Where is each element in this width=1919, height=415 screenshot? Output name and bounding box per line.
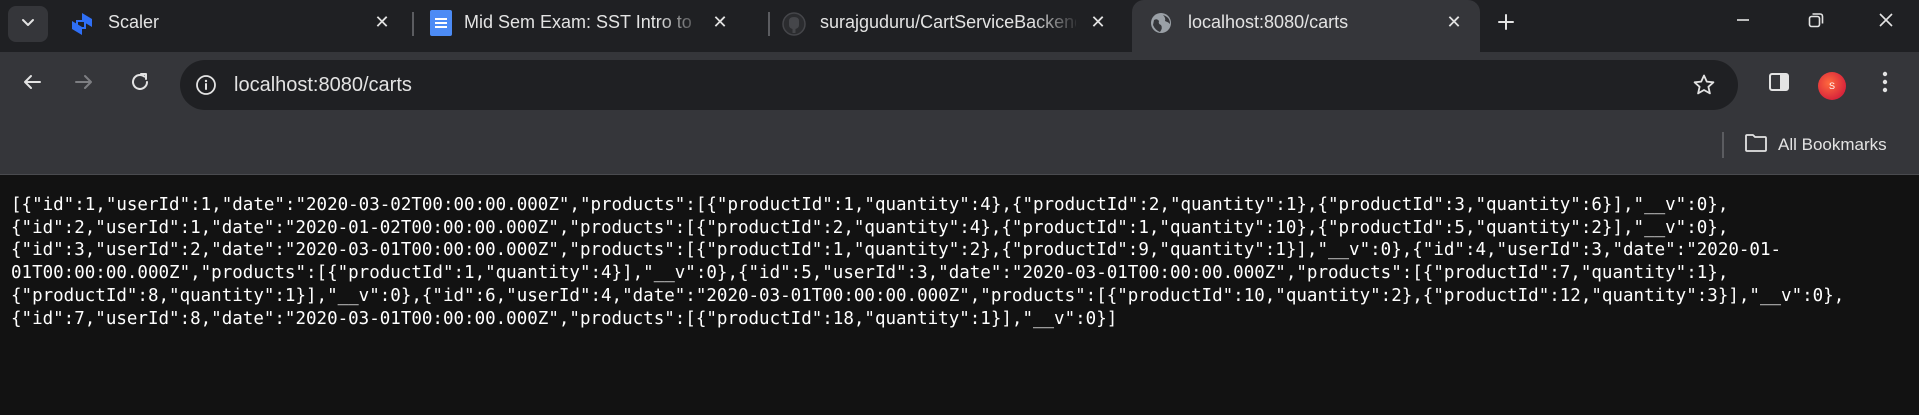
url-text: localhost:8080/carts [234, 74, 412, 96]
close-icon[interactable]: ✕ [708, 10, 732, 34]
globe-icon [1150, 12, 1174, 36]
tab-title-fade [1032, 10, 1080, 38]
tab-title-fade [658, 10, 706, 38]
close-icon[interactable]: ✕ [1086, 10, 1110, 34]
close-icon [1877, 11, 1895, 34]
site-info-icon[interactable] [194, 73, 218, 97]
toolbar: localhost:8080/carts [0, 52, 1919, 118]
bookmarks-separator [1722, 132, 1724, 158]
bookmarks-bar: All Bookmarks [0, 118, 1919, 175]
minimize-icon [1734, 11, 1752, 34]
tab-strip: Scaler ✕ Mid Sem Exam: SST Intro to Back… [0, 0, 1919, 52]
tab-mid-sem-exam[interactable]: Mid Sem Exam: SST Intro to Backend ✕ [414, 0, 768, 44]
page-content: [{"id":1,"userId":1,"date":"2020-03-02T0… [0, 175, 1919, 415]
minimize-button[interactable] [1720, 4, 1766, 40]
chrome-menu-button[interactable] [1868, 67, 1902, 101]
close-icon[interactable]: ✕ [1442, 10, 1466, 34]
back-button[interactable] [14, 66, 50, 102]
restore-button[interactable] [1793, 4, 1839, 40]
close-icon[interactable]: ✕ [370, 10, 394, 34]
chevron-down-icon [20, 14, 36, 35]
reload-icon [129, 71, 151, 98]
arrow-right-icon [73, 71, 95, 98]
tab-scaler[interactable]: Scaler ✕ [52, 0, 412, 44]
all-bookmarks-label: All Bookmarks [1778, 135, 1887, 154]
profile-avatar[interactable]: S [1818, 72, 1846, 100]
github-icon [782, 12, 806, 36]
tab-search-button[interactable] [8, 6, 48, 42]
restore-icon [1807, 11, 1825, 34]
plus-icon [1496, 12, 1516, 37]
folder-icon [1744, 133, 1768, 158]
side-panel-button[interactable] [1762, 67, 1796, 101]
forward-button[interactable] [66, 66, 102, 102]
tab-title: localhost:8080/carts [1188, 12, 1349, 32]
address-bar[interactable]: localhost:8080/carts [180, 60, 1738, 110]
json-response-text: [{"id":1,"userId":1,"date":"2020-03-02T0… [11, 195, 1845, 329]
all-bookmarks-button[interactable]: All Bookmarks [1744, 130, 1887, 160]
google-docs-icon [430, 10, 454, 36]
arrow-left-icon [21, 71, 43, 98]
close-window-button[interactable] [1863, 4, 1909, 40]
tab-title: Scaler [108, 12, 160, 32]
tab-github-repo[interactable]: surajguduru/CartServiceBackend ✕ [770, 0, 1130, 44]
bookmark-star-icon[interactable] [1690, 71, 1718, 99]
tab-localhost-carts[interactable]: localhost:8080/carts ✕ [1132, 0, 1480, 52]
kebab-menu-icon [1881, 70, 1889, 99]
scaler-icon [70, 12, 94, 36]
reload-button[interactable] [122, 66, 158, 102]
avatar-initial: S [1828, 81, 1835, 91]
new-tab-button[interactable] [1490, 8, 1522, 40]
side-panel-icon [1768, 71, 1790, 98]
